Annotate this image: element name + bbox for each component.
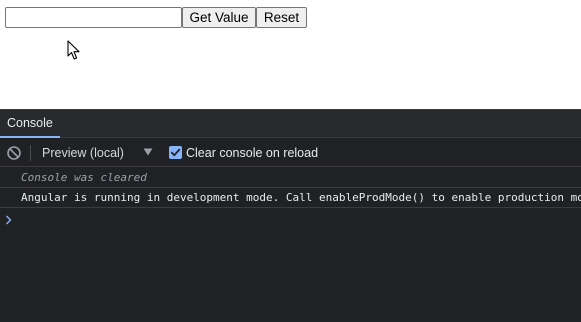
reset-button[interactable]: Reset bbox=[256, 7, 307, 28]
web-page: Get Value Reset bbox=[0, 0, 581, 109]
dropdown-arrow-icon[interactable] bbox=[143, 148, 153, 156]
context-selector[interactable]: Preview (local) bbox=[42, 144, 124, 162]
console-message-log: Angular is running in development mode. … bbox=[0, 188, 581, 208]
value-input[interactable] bbox=[5, 7, 182, 28]
tab-console[interactable]: Console bbox=[0, 110, 60, 138]
get-value-button[interactable]: Get Value bbox=[182, 7, 256, 28]
toolbar-divider bbox=[30, 145, 31, 161]
devtools-tabbar: Console bbox=[0, 110, 581, 138]
clear-console-icon[interactable] bbox=[6, 145, 22, 161]
mouse-cursor-icon bbox=[67, 40, 80, 60]
console-prompt-icon[interactable] bbox=[5, 214, 13, 226]
console-message-cleared: Console was cleared bbox=[0, 168, 581, 188]
clear-on-reload-checkbox[interactable] bbox=[169, 146, 182, 159]
console-toolbar: Preview (local) Clear console on reload bbox=[0, 139, 581, 167]
checkmark-icon bbox=[170, 148, 181, 157]
devtools-panel: Console Preview (local) Clear console on… bbox=[0, 109, 581, 322]
clear-on-reload-label[interactable]: Clear console on reload bbox=[186, 144, 318, 162]
